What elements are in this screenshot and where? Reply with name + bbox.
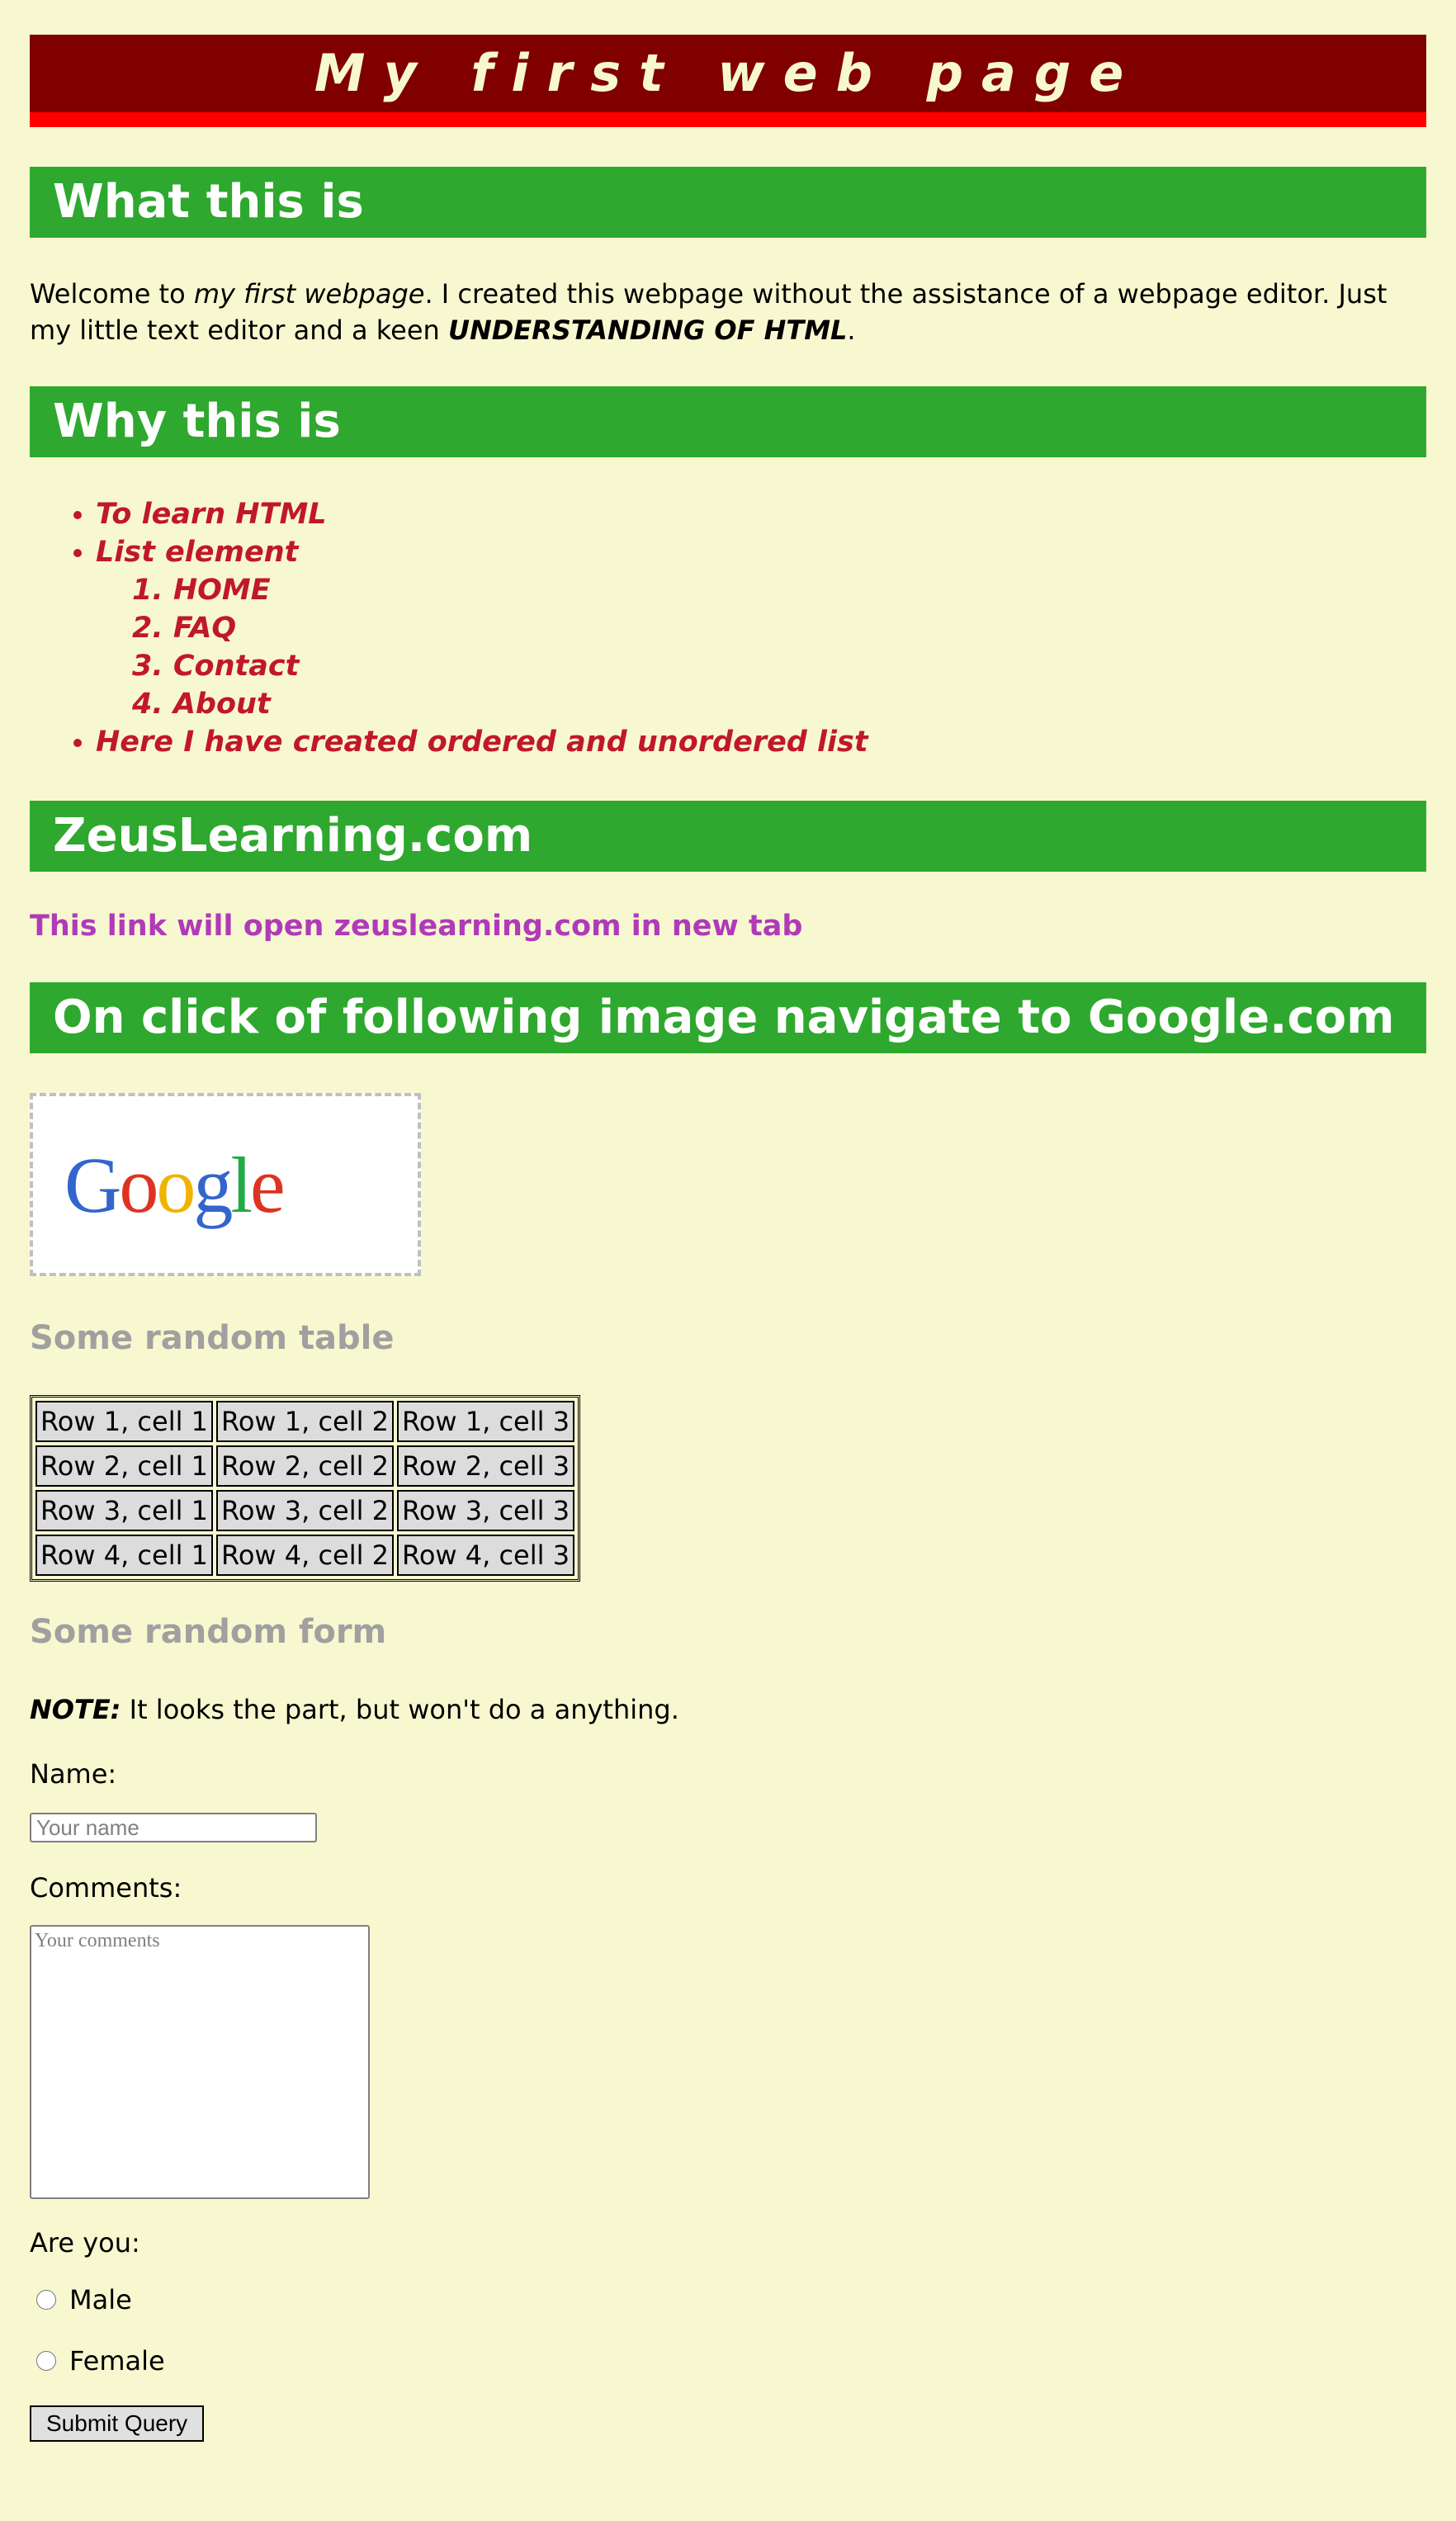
- female-label: Female: [69, 2345, 165, 2377]
- heading-random-form: Some random form: [30, 1613, 387, 1651]
- table-cell: Row 1, cell 1: [35, 1401, 214, 1442]
- nav-ordered-list: 1. HOME 2. FAQ 3. Contact 4. About: [96, 571, 1426, 723]
- table-cell: Row 2, cell 1: [35, 1445, 214, 1487]
- ordered-item-home: 1. HOME: [132, 574, 271, 607]
- google-logo-letter: g: [193, 1140, 233, 1229]
- zeuslearning-link[interactable]: This link will open zeuslearning.com in …: [30, 910, 802, 943]
- male-label: Male: [69, 2284, 132, 2315]
- intro-paragraph: Welcome to my first webpage. I created t…: [30, 276, 1426, 348]
- female-radio[interactable]: [36, 2351, 56, 2371]
- table-cell: Row 4, cell 2: [216, 1535, 395, 1576]
- table-cell: Row 1, cell 2: [216, 1401, 395, 1442]
- male-radio[interactable]: [36, 2290, 56, 2310]
- intro-strong: UNDERSTANDING OF HTML: [447, 315, 848, 346]
- table-cell: Row 2, cell 3: [397, 1445, 575, 1487]
- heading-zeuslearning: ZeusLearning.com: [30, 801, 1426, 872]
- list-item-label: List element: [96, 536, 299, 569]
- table-row: Row 4, cell 1 Row 4, cell 2 Row 4, cell …: [35, 1535, 575, 1576]
- gender-label: Are you:: [30, 2227, 140, 2258]
- intro-text-3: .: [847, 315, 856, 346]
- ordered-item-about: 4. About: [132, 688, 271, 721]
- page-title: My first web page: [30, 35, 1426, 127]
- comments-textarea[interactable]: [30, 1925, 370, 2199]
- ordered-item-contact: 3. Contact: [132, 650, 300, 683]
- heading-google: On click of following image navigate to …: [30, 982, 1426, 1053]
- table-cell: Row 4, cell 3: [397, 1535, 575, 1576]
- google-logo: Google: [64, 1139, 286, 1231]
- reasons-list: To learn HTML List element 1. HOME 2. FA…: [30, 495, 1426, 761]
- list-item: To learn HTML: [96, 495, 1426, 533]
- table-row: Row 3, cell 1 Row 3, cell 2 Row 3, cell …: [35, 1490, 575, 1531]
- form-note: NOTE: It looks the part, but won't do a …: [30, 1694, 1426, 1725]
- heading-what-this-is: What this is: [30, 167, 1426, 238]
- intro-emphasis: my first webpage: [193, 278, 425, 310]
- table-cell: Row 3, cell 2: [216, 1490, 395, 1531]
- google-logo-letter: e: [250, 1140, 286, 1229]
- name-input[interactable]: [30, 1813, 317, 1842]
- heading-why-this-is: Why this is: [30, 386, 1426, 457]
- table-row: Row 2, cell 1 Row 2, cell 2 Row 2, cell …: [35, 1445, 575, 1487]
- list-item: List element 1. HOME 2. FAQ 3. Contact 4…: [96, 533, 1426, 723]
- table-row: Row 1, cell 1 Row 1, cell 2 Row 1, cell …: [35, 1401, 575, 1442]
- note-text: It looks the part, but won't do a anythi…: [121, 1694, 679, 1725]
- male-option[interactable]: Male: [30, 2280, 1426, 2320]
- note-label: NOTE:: [30, 1694, 121, 1725]
- ordered-item-faq: 2. FAQ: [132, 612, 237, 645]
- table-cell: Row 1, cell 3: [397, 1401, 575, 1442]
- google-logo-letter: G: [64, 1140, 121, 1229]
- google-image-link[interactable]: Google: [30, 1093, 421, 1276]
- table-cell: Row 3, cell 3: [397, 1490, 575, 1531]
- google-logo-letter: l: [230, 1140, 253, 1229]
- female-option[interactable]: Female: [30, 2341, 1426, 2381]
- random-table: Row 1, cell 1 Row 1, cell 2 Row 1, cell …: [30, 1395, 581, 1582]
- heading-random-table: Some random table: [30, 1319, 395, 1357]
- submit-button[interactable]: Submit Query: [30, 2405, 205, 2442]
- table-cell: Row 4, cell 1: [35, 1535, 214, 1576]
- name-label: Name:: [30, 1758, 117, 1790]
- table-cell: Row 2, cell 2: [216, 1445, 395, 1487]
- google-logo-letter: o: [156, 1140, 196, 1229]
- list-item: Here I have created ordered and unordere…: [96, 723, 1426, 761]
- page: My first web page What this is Welcome t…: [0, 0, 1456, 2442]
- google-logo-letter: o: [119, 1140, 158, 1229]
- table-cell: Row 3, cell 1: [35, 1490, 214, 1531]
- intro-text-1: Welcome to: [30, 278, 194, 310]
- comments-label: Comments:: [30, 1872, 182, 1904]
